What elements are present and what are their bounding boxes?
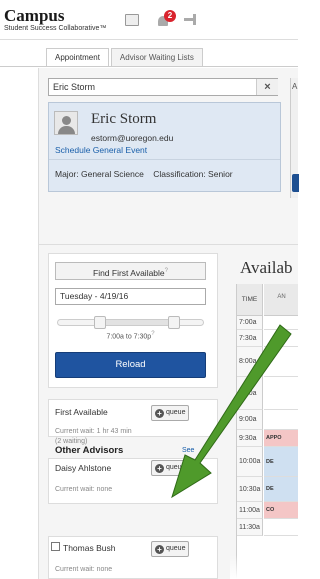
advisor-queue-button[interactable]: + queue xyxy=(151,460,189,476)
time-range-slider[interactable] xyxy=(57,316,204,329)
clear-student-button[interactable]: × xyxy=(256,79,278,95)
schedule-time: 7:30a xyxy=(237,330,263,347)
schedule-slot[interactable] xyxy=(264,316,298,330)
schedule-time: 11:00a xyxy=(237,502,263,519)
first-available-waiting-count: (2 waiting) xyxy=(55,438,88,445)
schedule-slot[interactable] xyxy=(264,410,298,430)
brand-tagline: Student Success Collaborative™ xyxy=(4,25,107,32)
schedule-slot[interactable]: CO xyxy=(264,502,298,519)
schedule-slot[interactable] xyxy=(264,330,298,347)
tab-advisor-waiting-lists[interactable]: Advisor Waiting Lists xyxy=(110,48,203,66)
time-column-header: TIME xyxy=(237,284,263,316)
slider-end-handle[interactable] xyxy=(168,316,180,329)
brand-logo[interactable]: Campus Student Success Collaborative™ xyxy=(4,6,107,32)
brand-name: Campus xyxy=(4,6,65,25)
first-available-label: First Available xyxy=(55,407,108,417)
share-icon[interactable] xyxy=(184,14,198,26)
schedule-time: 8:00a xyxy=(237,347,263,377)
schedule-time: 7:00a xyxy=(237,316,263,330)
plus-icon: + xyxy=(155,409,164,418)
schedule-slot[interactable]: DE xyxy=(264,477,298,502)
tab-bar: Appointment Advisor Waiting Lists xyxy=(46,48,205,66)
avatar xyxy=(54,111,78,135)
advisor-wait: Current wait: none xyxy=(55,566,113,573)
section-divider xyxy=(38,244,298,245)
schedule-slot[interactable] xyxy=(264,347,298,377)
schedule-general-event-link[interactable]: Schedule General Event xyxy=(55,145,147,155)
right-panel-button[interactable] xyxy=(292,174,299,192)
first-available-queue-button[interactable]: + queue xyxy=(151,405,189,421)
right-panel-initial: A xyxy=(292,82,298,91)
schedule-slot[interactable]: APPO xyxy=(264,430,298,447)
advisor-checkbox[interactable] xyxy=(51,542,60,551)
slider-range xyxy=(98,320,174,325)
schedule-time: 11:30a xyxy=(237,519,263,536)
help-icon: ? xyxy=(151,331,155,337)
schedule-time: 10:30a xyxy=(237,477,263,502)
top-bar: Campus Student Success Collaborative™ 2 xyxy=(0,0,298,40)
avatar-body-icon xyxy=(58,126,75,134)
bottom-fade xyxy=(230,555,298,579)
tab-divider xyxy=(0,66,298,67)
advisor-name: Daisy Ahlstone xyxy=(55,463,112,473)
other-advisors-heading: Other Advisors xyxy=(55,445,124,456)
student-name: Eric Storm xyxy=(91,111,157,127)
plus-icon: + xyxy=(155,464,164,473)
first-available-wait: Current wait: 1 hr 43 min xyxy=(55,428,132,435)
card-divider xyxy=(49,159,280,160)
schedule-slot[interactable] xyxy=(264,377,298,410)
advisor-column-header: AN xyxy=(264,284,298,316)
find-first-available-button[interactable]: Find First Available? xyxy=(55,262,206,280)
avatar-head-icon xyxy=(62,116,71,125)
schedule-time: 9:00a xyxy=(237,410,263,430)
schedule-time: 8:30a xyxy=(237,377,263,410)
help-icon: ? xyxy=(164,268,168,274)
advisor-queue-button[interactable]: + queue xyxy=(151,541,189,557)
schedule-slot[interactable]: DE xyxy=(264,447,298,477)
date-field[interactable]: Tuesday - 4/19/16 xyxy=(55,288,206,305)
slider-start-handle[interactable] xyxy=(94,316,106,329)
time-range-label: 7:00a to 7:30p? xyxy=(106,331,155,341)
notification-badge: 2 xyxy=(164,10,176,22)
advisor-name: Thomas Bush xyxy=(63,543,116,553)
schedule-slot[interactable] xyxy=(264,519,298,536)
student-search-input[interactable]: Eric Storm xyxy=(48,78,278,96)
mail-icon[interactable] xyxy=(125,14,139,26)
plus-icon: + xyxy=(155,545,164,554)
availability-title: Availab xyxy=(240,258,293,277)
availability-schedule: TIME AN 7:00a 7:30a 8:00a 8:30a 9:00a 9:30a AP… xyxy=(236,284,298,579)
reload-button[interactable]: Reload xyxy=(55,352,206,378)
student-email: estorm@uoregon.edu xyxy=(91,133,174,143)
schedule-time: 10:00a xyxy=(237,447,263,477)
student-major-classification: Major: General Science Classification: S… xyxy=(55,169,233,179)
right-side-panel: A xyxy=(290,78,299,198)
notifications-icon[interactable]: 2 xyxy=(156,10,176,28)
advisor-wait: Current wait: none xyxy=(55,486,113,493)
schedule-time: 9:30a xyxy=(237,430,263,447)
see-link[interactable]: See xyxy=(182,447,194,454)
tab-appointment[interactable]: Appointment xyxy=(46,48,109,66)
student-card: Eric Storm estorm@uoregon.edu Schedule G… xyxy=(48,102,281,192)
